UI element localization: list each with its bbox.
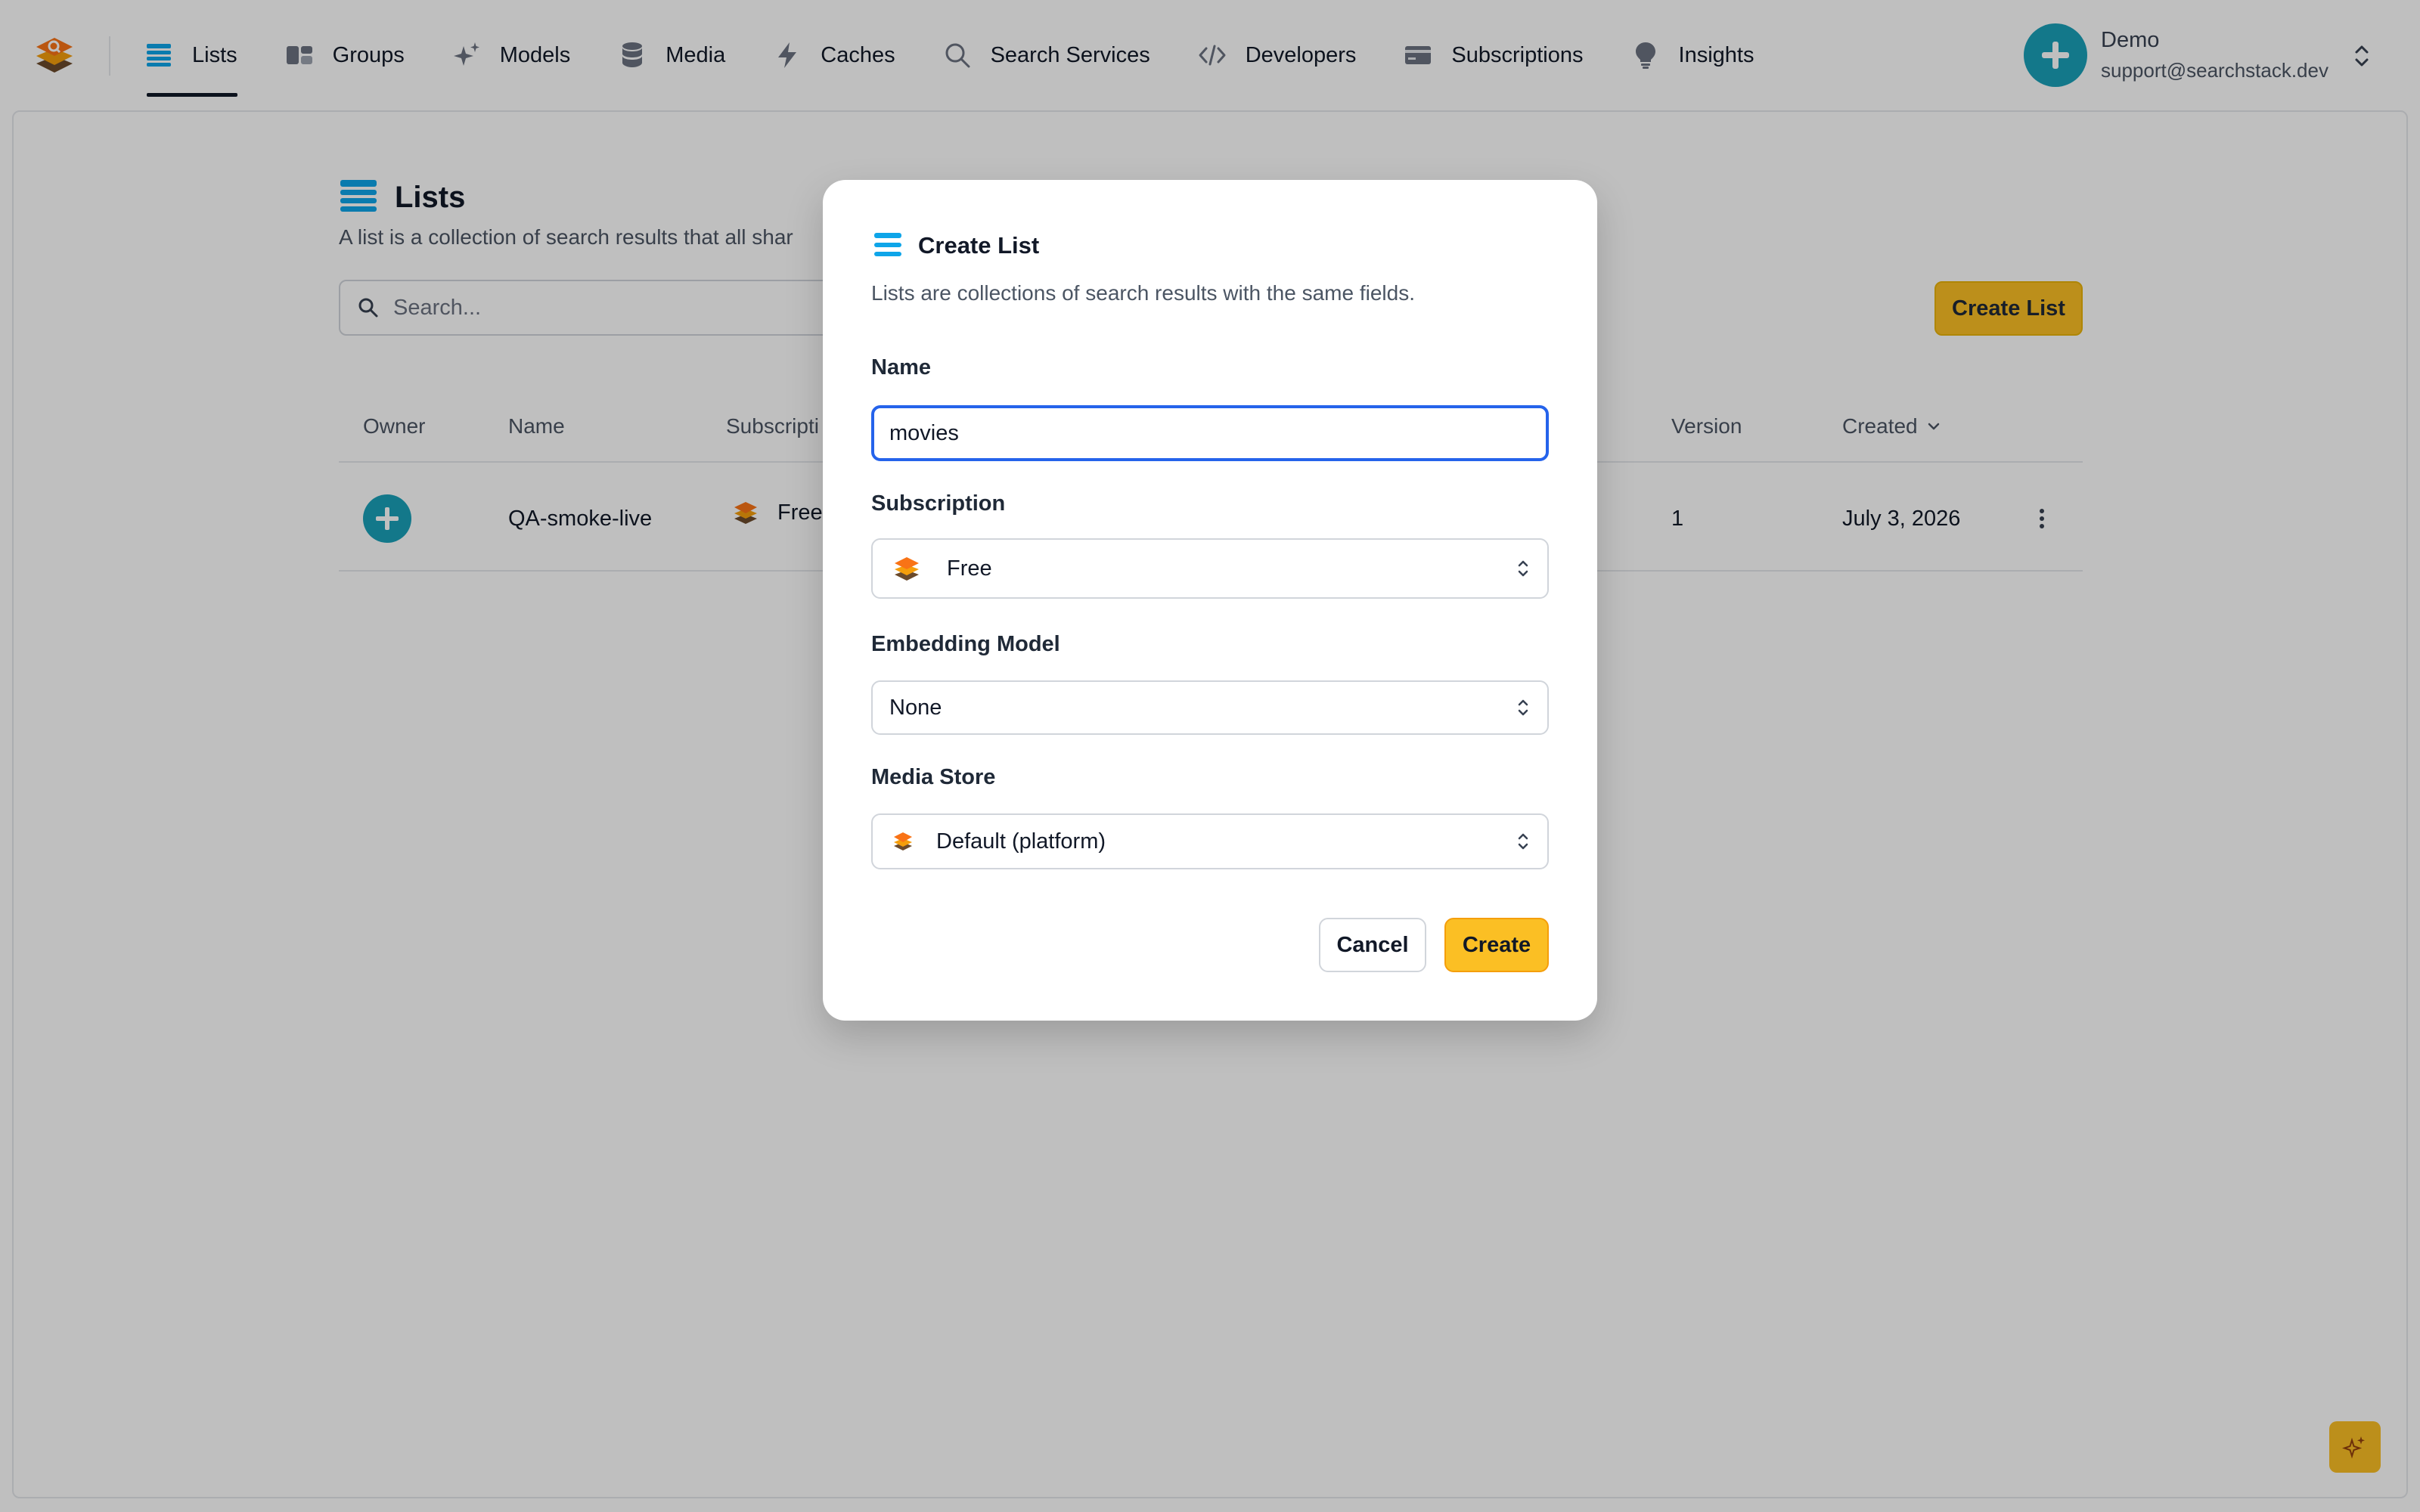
dialog-title: Create List [918,232,1040,259]
embedding-model-selected: None [889,695,942,720]
name-label: Name [871,355,931,380]
name-input[interactable] [871,405,1549,461]
embedding-model-select[interactable]: None [871,680,1549,735]
media-store-select[interactable]: Default (platform) [871,813,1549,869]
subscription-selected: Free [947,556,992,581]
chevron-up-down-icon [1518,699,1528,716]
chevron-up-down-icon [1518,833,1528,850]
chevron-up-down-icon [1518,560,1528,577]
dialog-description: Lists are collections of search results … [871,281,1415,305]
dialog-header: Create List [873,230,1039,262]
cancel-button[interactable]: Cancel [1319,918,1426,972]
media-store-stack-icon [894,832,912,850]
media-store-selected: Default (platform) [936,829,1106,854]
embedding-model-label: Embedding Model [871,632,1060,656]
media-store-label: Media Store [871,765,996,789]
create-list-dialog: Create List Lists are collections of sea… [823,180,1597,1021]
lists-icon [874,233,901,256]
create-button[interactable]: Create [1444,918,1549,972]
subscription-label: Subscription [871,491,1006,516]
subscription-select[interactable]: Free [871,538,1549,599]
subscription-stack-icon [895,557,919,581]
